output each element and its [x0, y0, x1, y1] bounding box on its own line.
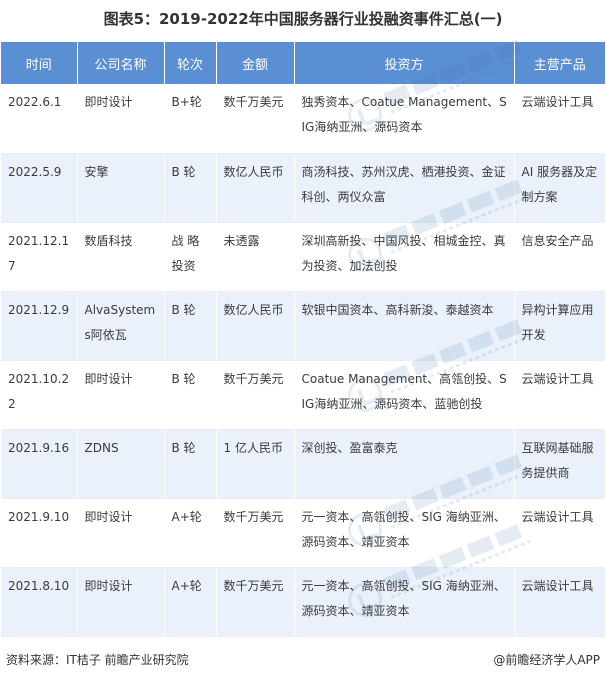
cell-product: 信息安全产品 — [514, 222, 605, 292]
cell-amount: 数千万美元 — [216, 567, 295, 637]
cell-company: 即时设计 — [77, 567, 165, 637]
cell-investors: 独秀资本、Coatue Management、SIG海纳亚洲、源码资本 — [294, 84, 515, 154]
cell-date: 2022.5.9 — [1, 153, 78, 223]
table-row: 2021.12.9 AlvaSystems阿依瓦 B 轮 数亿人民币 软银中国资… — [1, 291, 605, 361]
cell-amount: 数千万美元 — [216, 360, 295, 430]
cell-investors: 商汤科技、苏州汉虎、栖港投资、金证科创、两仪众富 — [294, 153, 515, 223]
cell-company: 即时设计 — [77, 360, 165, 430]
cell-product: 云端设计工具 — [514, 360, 605, 430]
cell-date: 2021.10.22 — [1, 360, 78, 430]
cell-round: B 轮 — [164, 153, 217, 223]
table-row: 2021.9.16 ZDNS B 轮 1 亿人民币 深创投、盈富泰克 互联网基础… — [1, 429, 605, 499]
cell-round: B 轮 — [164, 429, 217, 499]
column-header-date: 时间 — [1, 42, 78, 84]
cell-amount: 数亿人民币 — [216, 291, 295, 361]
cell-round: 战 略 投资 — [164, 222, 217, 292]
cell-product: AI 服务器及定制方案 — [514, 153, 605, 223]
cell-company: 安擎 — [77, 153, 165, 223]
cell-date: 2021.9.16 — [1, 429, 78, 499]
table-row: 2021.9.10 即时设计 A+轮 数千万美元 元一资本、高瓴创投、SIG 海… — [1, 498, 605, 568]
cell-date: 2021.9.10 — [1, 498, 78, 568]
cell-product: 云端设计工具 — [514, 567, 605, 637]
cell-investors: 元一资本、高瓴创投、SIG 海纳亚洲、源码资本、靖亚资本 — [294, 498, 515, 568]
table-row: 2021.8.10 即时设计 A+轮 数千万美元 元一资本、高瓴创投、SIG 海… — [1, 567, 605, 637]
cell-amount: 数千万美元 — [216, 84, 295, 154]
cell-product: 云端设计工具 — [514, 498, 605, 568]
cell-round: B 轮 — [164, 360, 217, 430]
cell-amount: 1 亿人民币 — [216, 429, 295, 499]
source-note: 资料来源：IT桔子 前瞻产业研究院 — [6, 653, 189, 667]
cell-investors: 深创投、盈富泰克 — [294, 429, 515, 499]
cell-date: 2021.8.10 — [1, 567, 78, 637]
cell-product: 云端设计工具 — [514, 84, 605, 154]
cell-amount: 未透露 — [216, 222, 295, 292]
page-title: 图表5：2019-2022年中国服务器行业投融资事件汇总(一) — [103, 10, 503, 28]
table-row: 2022.6.1 即时设计 B+轮 数千万美元 独秀资本、Coatue Mana… — [1, 84, 605, 154]
cell-product: 异构计算应用开发 — [514, 291, 605, 361]
cell-round: B 轮 — [164, 291, 217, 361]
cell-company: AlvaSystems阿依瓦 — [77, 291, 165, 361]
table-row: 2021.12.17 数盾科技 战 略 投资 未透露 深圳高新投、中国风投、相城… — [1, 222, 605, 292]
cell-round: A+轮 — [164, 498, 217, 568]
cell-date: 2022.6.1 — [1, 84, 78, 154]
cell-investors: 元一资本、高瓴创投、SIG 海纳亚洲、源码资本、靖亚资本 — [294, 567, 515, 637]
table-row: 2022.5.9 安擎 B 轮 数亿人民币 商汤科技、苏州汉虎、栖港投资、金证科… — [1, 153, 605, 223]
investment-events-table: 时间 公司名称 轮次 金额 投资方 主营产品 2022.6.1 即时设计 B+轮… — [1, 42, 605, 637]
cell-round: B+轮 — [164, 84, 217, 154]
cell-amount: 数亿人民币 — [216, 153, 295, 223]
column-header-company: 公司名称 — [77, 42, 165, 84]
brand-credit: @前瞻经济学人APP — [493, 653, 600, 667]
cell-date: 2021.12.9 — [1, 291, 78, 361]
cell-round: A+轮 — [164, 567, 217, 637]
cell-company: 即时设计 — [77, 498, 165, 568]
table-header-row: 时间 公司名称 轮次 金额 投资方 主营产品 — [1, 42, 605, 84]
cell-product: 互联网基础服务提供商 — [514, 429, 605, 499]
column-header-amount: 金额 — [216, 42, 295, 84]
cell-amount: 数千万美元 — [216, 498, 295, 568]
cell-company: ZDNS — [77, 429, 165, 499]
cell-investors: 软银中国资本、高科新浚、泰越资本 — [294, 291, 515, 361]
cell-investors: 深圳高新投、中国风投、相城金控、真为投资、加法创投 — [294, 222, 515, 292]
cell-investors: Coatue Management、高瓴创投、SIG海纳亚洲、源码资本、蓝驰创投 — [294, 360, 515, 430]
cell-date: 2021.12.17 — [1, 222, 78, 292]
column-header-investors: 投资方 — [294, 42, 515, 84]
table-row: 2021.10.22 即时设计 B 轮 数千万美元 Coatue Managem… — [1, 360, 605, 430]
cell-company: 即时设计 — [77, 84, 165, 154]
column-header-round: 轮次 — [164, 42, 217, 84]
column-header-product: 主营产品 — [514, 42, 605, 84]
cell-company: 数盾科技 — [77, 222, 165, 292]
